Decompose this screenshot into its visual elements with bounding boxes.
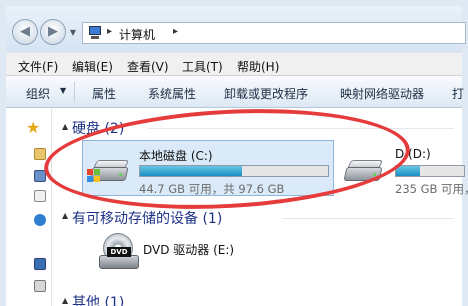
drive-d-usage-bar <box>395 165 465 177</box>
drive-d-info: 235 GB 可用， <box>395 182 468 196</box>
breadcrumb-separator-trailing[interactable]: ▸ <box>173 26 178 37</box>
collapse-arrow-icon[interactable]: ▲ <box>62 122 68 131</box>
collapse-arrow-icon[interactable]: ▲ <box>62 296 68 305</box>
drive-c-tile[interactable]: 本地磁盘 (C:) 44.7 GB 可用，共 97.6 GB <box>82 140 334 196</box>
menu-view[interactable]: 查看(V) <box>127 58 169 75</box>
system-properties-button[interactable]: 系统属性 <box>148 85 196 102</box>
menu-tools[interactable]: 工具(T) <box>182 58 223 75</box>
network-icon[interactable] <box>34 214 46 226</box>
breadcrumb-separator[interactable]: ▸ <box>107 26 112 37</box>
recent-pages-dropdown[interactable]: ▼ <box>68 28 78 38</box>
group-title-removable[interactable]: 有可移动存储的设备 (1) <box>72 208 222 228</box>
drive-d-usage-fill <box>396 166 420 176</box>
group-title-other[interactable]: 其他 (1) <box>72 292 124 306</box>
navigation-pane: ★ <box>6 108 52 306</box>
menu-help[interactable]: 帮助(H) <box>237 58 279 75</box>
computer-icon[interactable] <box>34 258 46 270</box>
menu-file[interactable]: 文件(F) <box>18 58 58 75</box>
drive-e-tile[interactable]: DVD DVD 驱动器 (E:) <box>92 228 292 276</box>
drive-d-tile[interactable]: D (D:) 235 GB 可用， <box>338 140 468 196</box>
menu-bar: 文件(F) 编辑(E) 查看(V) 工具(T) 帮助(H) <box>6 52 462 76</box>
hard-drive-windows-icon <box>87 155 130 185</box>
libraries-icon[interactable] <box>34 170 46 182</box>
drive-c-info: 44.7 GB 可用，共 97.6 GB <box>139 182 285 196</box>
navigation-bar: ◀ ▶ ▼ ▸ 计算机 ▸ <box>6 6 466 52</box>
map-network-drive-button[interactable]: 映射网络驱动器 <box>340 85 424 102</box>
menu-edit[interactable]: 编辑(E) <box>72 58 113 75</box>
collapse-arrow-icon[interactable]: ▲ <box>62 211 68 220</box>
drive-c-usage-fill <box>140 166 242 176</box>
content-area: ▲ 硬盘 (2) 本地磁盘 (C:) 44.7 GB 可用，共 97.6 GB … <box>52 108 468 306</box>
uninstall-program-button[interactable]: 卸载或更改程序 <box>224 85 308 102</box>
drive-c-usage-bar <box>139 165 329 177</box>
chevron-down-icon: ▼ <box>60 86 67 95</box>
drive-icon[interactable] <box>34 280 46 292</box>
forward-button[interactable]: ▶ <box>40 19 66 45</box>
hard-drive-icon <box>343 155 384 185</box>
open-control-panel-button[interactable]: 打 <box>452 85 464 102</box>
drive-c-name: 本地磁盘 (C:) <box>139 149 213 163</box>
computer-icon <box>87 26 103 40</box>
star-icon[interactable]: ★ <box>26 118 40 137</box>
toolbar-divider <box>74 82 75 102</box>
document-icon[interactable] <box>34 190 46 202</box>
drive-e-name: DVD 驱动器 (E:) <box>143 243 235 257</box>
drive-d-name: D (D:) <box>395 147 431 161</box>
group-title-hard-disks[interactable]: 硬盘 (2) <box>72 118 124 138</box>
group-divider <box>148 128 454 129</box>
group-divider <box>282 218 454 219</box>
back-button[interactable]: ◀ <box>12 19 38 45</box>
breadcrumb-computer[interactable]: 计算机 <box>119 26 155 43</box>
dvd-drive-icon: DVD <box>99 233 139 273</box>
command-bar: 组织 ▼ 属性 系统属性 卸载或更改程序 映射网络驱动器 打 <box>6 76 464 108</box>
properties-button[interactable]: 属性 <box>92 85 116 102</box>
address-bar[interactable]: ▸ 计算机 ▸ <box>82 22 466 44</box>
organize-button[interactable]: 组织 <box>26 85 50 102</box>
folder-icon[interactable] <box>34 148 46 160</box>
